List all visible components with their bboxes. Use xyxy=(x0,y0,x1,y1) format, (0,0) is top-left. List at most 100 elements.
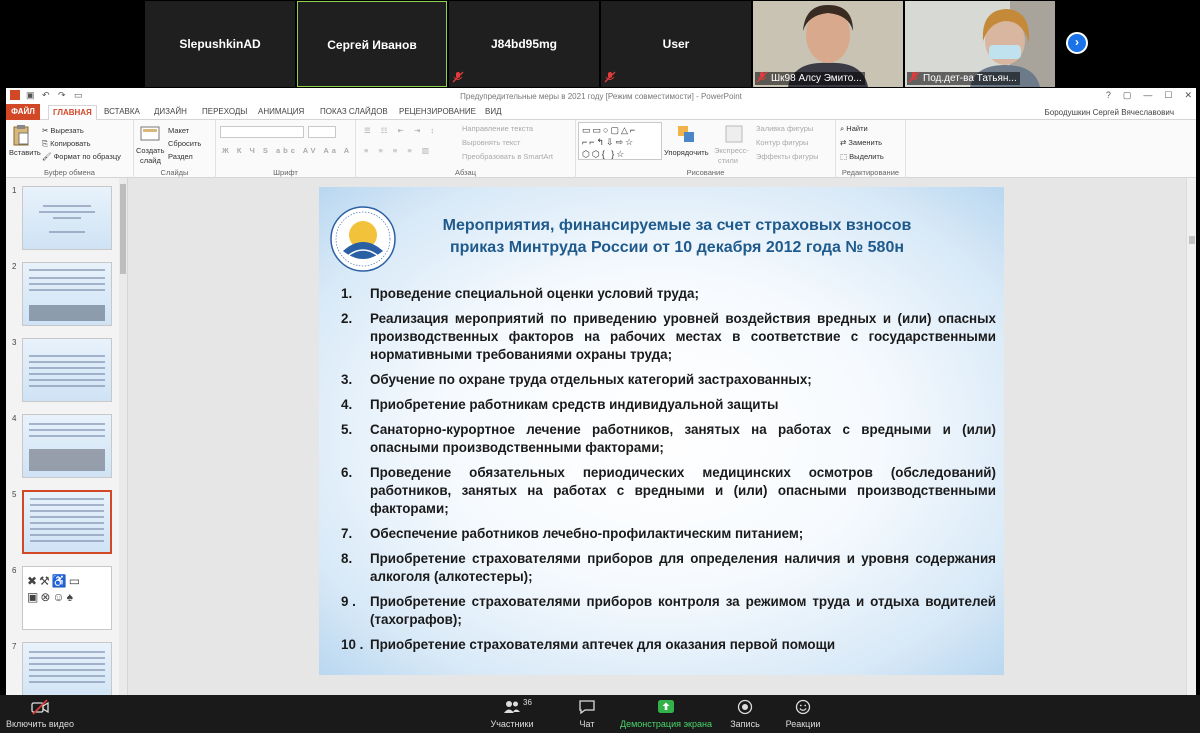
new-slide-button-line2[interactable]: слайд xyxy=(140,156,161,165)
participant-name: J84bd95mg xyxy=(490,37,558,51)
record-button[interactable]: Запись xyxy=(724,695,766,733)
window-controls: ? ▢ — ☐ ✕ xyxy=(1106,90,1192,101)
slide-thumbnail[interactable] xyxy=(22,338,112,402)
text-direction-button[interactable]: Направление текста xyxy=(462,124,533,133)
group-label: Шрифт xyxy=(273,168,298,177)
thumb-number: 5 xyxy=(12,490,17,499)
record-icon xyxy=(737,699,753,715)
group-clipboard: Вставить ✂ Вырезать ⎘ Копировать 🖌 Форма… xyxy=(6,120,134,178)
participant-video-name: Шк98 Алсу Эмито... xyxy=(755,72,865,85)
font-format-buttons[interactable]: Ж К Ч S abc AV Aa A xyxy=(222,146,352,155)
tab-view[interactable]: ВИД xyxy=(485,107,502,116)
participants-button[interactable]: 36 Участники xyxy=(482,695,542,733)
list-item: 8. Приобретение страхователями приборов д… xyxy=(341,550,996,586)
shape-effects-button[interactable]: Эффекты фигуры xyxy=(756,152,819,161)
replace-button[interactable]: ⇄ Заменить xyxy=(840,138,882,147)
slide-thumbnail[interactable] xyxy=(22,642,112,695)
shapes-gallery-icon[interactable]: ▭▭○▢△⌐ ⌐⌐↰⇩⇨☆ ⬡⬡{ }☆ xyxy=(578,122,662,160)
thumbnails-scrollbar[interactable] xyxy=(119,178,127,695)
align-text-button[interactable]: Выровнять текст xyxy=(462,138,520,147)
shape-fill-button[interactable]: Заливка фигуры xyxy=(756,124,813,133)
copy-button[interactable]: ⎘ Копировать xyxy=(42,139,90,149)
slide-scrollbar[interactable] xyxy=(1186,178,1196,695)
tab-design[interactable]: ДИЗАЙН xyxy=(154,107,187,116)
slide-thumbnail[interactable] xyxy=(22,414,112,478)
help-icon[interactable]: ? xyxy=(1106,90,1111,101)
reactions-label: Реакции xyxy=(785,719,821,729)
tab-file[interactable]: ФАЙЛ xyxy=(6,104,40,120)
tab-home[interactable]: ГЛАВНАЯ xyxy=(48,105,97,120)
tab-animations[interactable]: АНИМАЦИЯ xyxy=(258,107,304,116)
item-number: 2. xyxy=(341,311,353,326)
paste-button[interactable]: Вставить xyxy=(9,148,41,157)
convert-smartart-button[interactable]: Преобразовать в SmartArt xyxy=(462,152,553,161)
tab-transitions[interactable]: ПЕРЕХОДЫ xyxy=(202,107,247,116)
item-number: 8. xyxy=(341,551,353,566)
participant-video-name: Под.дет-ва Татьян... xyxy=(907,72,1020,85)
participant-tile[interactable]: SlepushkinAD xyxy=(145,1,295,87)
current-slide[interactable]: Мероприятия, финансируемые за счет страх… xyxy=(319,187,1004,675)
next-page-arrow-icon[interactable]: › xyxy=(1066,32,1088,54)
item-number: 7. xyxy=(341,526,353,541)
font-name-dropdown[interactable] xyxy=(220,126,304,138)
participant-video-tile[interactable]: Под.дет-ва Татьян... xyxy=(905,1,1055,87)
minimize-icon[interactable]: — xyxy=(1143,90,1152,101)
layout-button[interactable]: Макет xyxy=(168,126,189,135)
item-text: Обучение по охране труда отдельных катег… xyxy=(370,372,812,387)
tab-review[interactable]: РЕЦЕНЗИРОВАНИЕ xyxy=(399,107,476,116)
arrange-icon[interactable] xyxy=(676,124,696,144)
select-button[interactable]: ⬚ Выделить xyxy=(840,152,884,161)
arrange-button[interactable]: Упорядочить xyxy=(664,148,709,157)
list-buttons-icon[interactable]: ☰ ☷ ⇤ ⇥ ↕ xyxy=(364,126,438,135)
slide-thumbnail[interactable] xyxy=(22,186,112,250)
participant-tile[interactable]: User xyxy=(601,1,751,87)
video-off-icon xyxy=(31,699,49,715)
close-icon[interactable]: ✕ xyxy=(1184,90,1192,101)
slide-thumbnail[interactable] xyxy=(22,262,112,326)
item-text: Приобретение страхователями аптечек для … xyxy=(370,637,836,652)
participant-video-tile[interactable]: Шк98 Алсу Эмито... xyxy=(753,1,903,87)
cut-button[interactable]: ✂ Вырезать xyxy=(42,126,84,135)
slide-edit-area: Мероприятия, финансируемые за счет страх… xyxy=(128,178,1196,695)
start-video-button[interactable]: Включить видео xyxy=(0,695,80,733)
share-screen-button[interactable]: Демонстрация экрана xyxy=(618,695,714,733)
font-size-dropdown[interactable] xyxy=(308,126,336,138)
find-button[interactable]: ⌕ Найти xyxy=(840,124,868,134)
paste-icon[interactable] xyxy=(12,124,30,146)
participants-count: 36 xyxy=(523,698,532,707)
group-label: Рисование xyxy=(686,168,725,177)
window-title: Предупредительные меры в 2021 году [Режи… xyxy=(460,92,742,101)
slide-thumbnails-pane: 1 2 3 4 5 6 ✖⚒♿▭ ▣⊗☺♠ 7 xyxy=(6,178,128,695)
align-buttons-icon[interactable]: ≡ ≡ ≡ ≡ ▥ xyxy=(364,146,433,155)
new-slide-icon[interactable] xyxy=(140,124,160,144)
quick-styles-icon[interactable] xyxy=(724,124,744,144)
reset-button[interactable]: Сбросить xyxy=(168,139,201,148)
new-slide-button[interactable]: Создать xyxy=(136,146,165,155)
list-item: 9 . Приобретение страхователями приборов … xyxy=(341,593,996,629)
thumb-number: 7 xyxy=(12,642,17,651)
thumb-number: 4 xyxy=(12,414,17,423)
slide-thumbnail[interactable]: ✖⚒♿▭ ▣⊗☺♠ xyxy=(22,566,112,630)
quick-styles-button[interactable]: Экспресс- xyxy=(714,146,749,155)
tab-slideshow[interactable]: ПОКАЗ СЛАЙДОВ xyxy=(320,107,388,116)
mic-muted-icon xyxy=(756,71,768,83)
list-item: 4. Приобретение работникам средств индиви… xyxy=(341,396,996,414)
select-icon: ⬚ xyxy=(840,152,850,161)
item-text: Обеспечение работников лечебно-профилакт… xyxy=(370,526,804,541)
shape-outline-button[interactable]: Контур фигуры xyxy=(756,138,808,147)
reactions-button[interactable]: Реакции xyxy=(780,695,826,733)
maximize-icon[interactable]: ☐ xyxy=(1164,90,1172,101)
list-item: 5. Санаторно-курортное лечение работников… xyxy=(341,421,996,457)
quick-styles-button-line2[interactable]: стили xyxy=(718,156,738,165)
slide-thumbnail-selected[interactable] xyxy=(22,490,112,554)
format-painter-button[interactable]: 🖌 Формат по образцу xyxy=(42,152,121,161)
participant-tile-active[interactable]: Сергей Иванов xyxy=(297,1,447,87)
section-button[interactable]: Раздел xyxy=(168,152,193,161)
item-number: 4. xyxy=(341,397,353,412)
participant-tile[interactable]: J84bd95mg xyxy=(449,1,599,87)
group-label: Редактирование xyxy=(841,168,900,177)
ribbon-display-icon[interactable]: ▢ xyxy=(1123,90,1132,101)
account-name[interactable]: Бородушкин Сергей Вячеславович xyxy=(1045,108,1174,117)
chat-button[interactable]: Чат xyxy=(567,695,607,733)
tab-insert[interactable]: ВСТАВКА xyxy=(104,107,140,116)
